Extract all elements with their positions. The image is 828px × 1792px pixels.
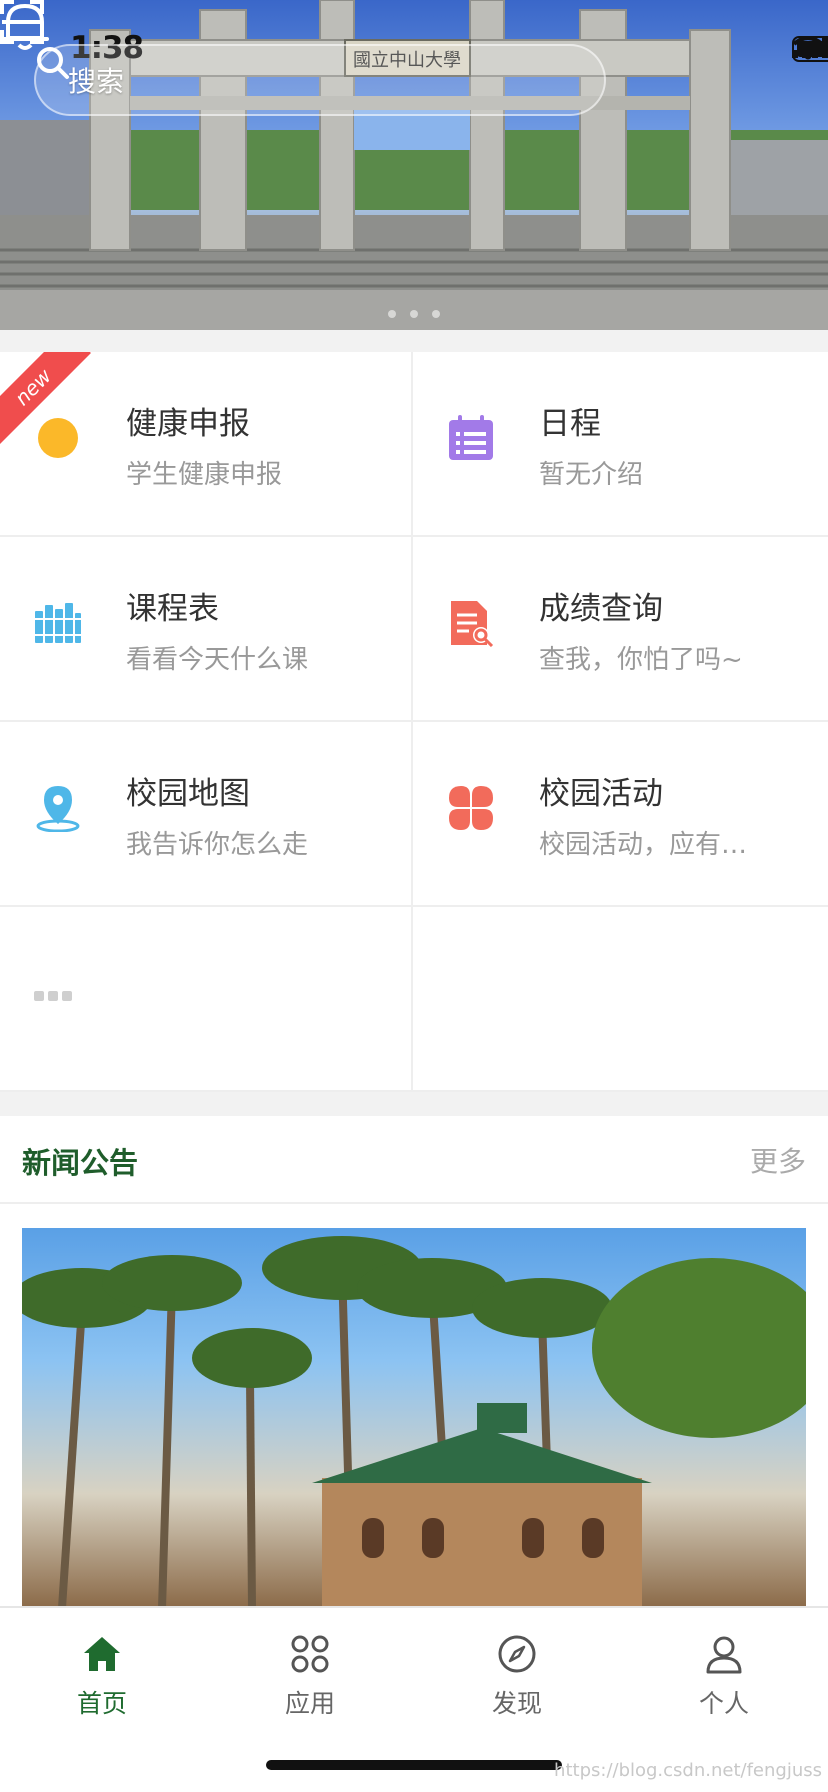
- app-title: 课程表: [126, 591, 219, 627]
- search-input[interactable]: 搜索: [34, 44, 606, 116]
- app-desc: 我告诉你怎么走: [126, 830, 309, 860]
- news-section: 新闻公告 更多: [0, 1116, 828, 1606]
- more-icon: [34, 991, 72, 1001]
- app-timetable[interactable]: 课程表 看看今天什么课: [0, 537, 413, 722]
- app-desc: 暂无介绍: [539, 460, 644, 490]
- map-pin-icon: [36, 786, 80, 832]
- app-title: 健康申报: [126, 406, 250, 442]
- news-photo: [22, 1236, 806, 1606]
- banner-pagination: [0, 310, 828, 318]
- health-icon: [38, 418, 78, 458]
- apps-icon: [291, 1635, 329, 1673]
- home-indicator: [266, 1760, 562, 1770]
- scan-icon[interactable]: [0, 0, 44, 44]
- app-grid: new 健康申报 学生健康申报 日程 暂无介绍 课程表 看看今天什么课 成绩查询…: [0, 352, 828, 1092]
- hero-banner[interactable]: 國立中山大學 1:38 搜索: [0, 0, 828, 330]
- app-more[interactable]: [0, 907, 413, 1092]
- home-icon: [84, 1637, 120, 1671]
- watermark: https://blog.csdn.net/fengjuss: [554, 1760, 822, 1781]
- news-header: 新闻公告 更多: [0, 1116, 828, 1204]
- banner-dot: [432, 310, 440, 318]
- tab-home[interactable]: 首页: [22, 1632, 182, 1720]
- banner-dot: [388, 310, 396, 318]
- clover-icon: [449, 786, 493, 830]
- books-icon: [35, 603, 81, 643]
- app-grade-query[interactable]: 成绩查询 查我，你怕了吗~: [413, 537, 828, 722]
- banner-dot: [410, 310, 418, 318]
- compass-icon: [498, 1635, 536, 1673]
- tab-label: 个人: [698, 1689, 749, 1718]
- tab-profile[interactable]: 个人: [644, 1632, 804, 1720]
- calendar-icon: [449, 415, 493, 460]
- app-campus-map[interactable]: 校园地图 我告诉你怎么走: [0, 722, 413, 907]
- search-placeholder: 搜索: [68, 65, 125, 98]
- battery-icon: [792, 36, 828, 62]
- tab-label: 发现: [491, 1689, 542, 1718]
- app-title: 校园活动: [539, 776, 663, 812]
- person-icon: [706, 1636, 742, 1674]
- app-title: 校园地图: [126, 776, 250, 812]
- app-desc: 查我，你怕了吗~: [539, 645, 743, 675]
- grade-search-icon: [451, 601, 494, 647]
- app-campus-activity[interactable]: 校园活动 校园活动，应有…: [413, 722, 828, 907]
- app-desc: 学生健康申报: [126, 460, 283, 490]
- app-schedule[interactable]: 日程 暂无介绍: [413, 352, 828, 537]
- app-empty-slot: [413, 907, 828, 1092]
- app-health-report[interactable]: new 健康申报 学生健康申报: [0, 352, 413, 537]
- news-title: 新闻公告: [22, 1146, 139, 1180]
- news-more-link[interactable]: 更多: [750, 1140, 806, 1180]
- app-title: 日程: [539, 406, 601, 442]
- app-desc: 校园活动，应有…: [539, 830, 748, 860]
- app-title: 成绩查询: [539, 591, 663, 627]
- tab-apps[interactable]: 应用: [230, 1632, 390, 1720]
- tab-label: 首页: [76, 1689, 127, 1718]
- news-image[interactable]: [22, 1228, 806, 1606]
- tab-label: 应用: [284, 1689, 335, 1718]
- app-desc: 看看今天什么课: [126, 645, 309, 675]
- tab-discover[interactable]: 发现: [437, 1632, 597, 1720]
